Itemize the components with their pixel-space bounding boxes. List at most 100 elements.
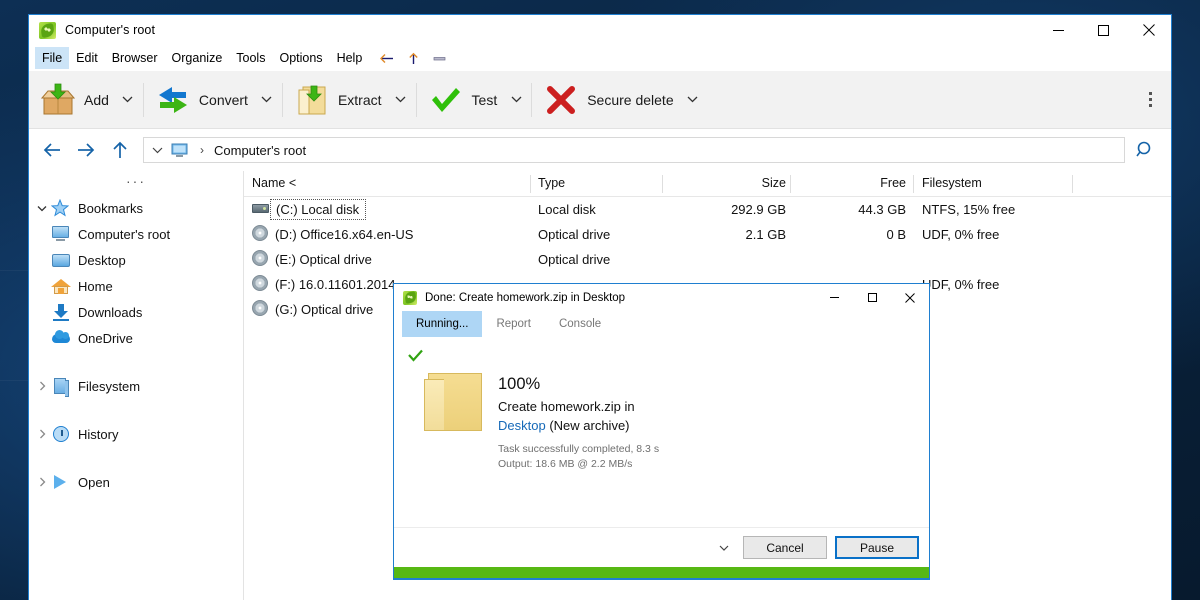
extract-dropdown-chevron-down-icon[interactable]	[386, 71, 416, 128]
menu-help[interactable]: Help	[330, 47, 370, 69]
column-header-free[interactable]: Free	[844, 176, 906, 190]
tab-running[interactable]: Running...	[402, 311, 483, 337]
peazip-icon	[403, 290, 417, 305]
sidebar-group-open[interactable]: Open	[29, 469, 243, 495]
secure-delete-button[interactable]: Secure delete	[532, 71, 677, 128]
menu-organize[interactable]: Organize	[165, 47, 230, 69]
menu-tools[interactable]: Tools	[229, 47, 272, 69]
back-arrow-icon[interactable]	[35, 133, 69, 167]
file-filesystem-cell: UDF, 0% free	[922, 277, 1000, 292]
sidebar-group-filesystem[interactable]: Filesystem	[29, 373, 243, 399]
task-destination-line: Desktop (New archive)	[498, 418, 630, 433]
secure-delete-dropdown-chevron-down-icon[interactable]	[678, 71, 708, 128]
dialog-maximize-icon[interactable]	[853, 284, 891, 311]
menu-browser[interactable]: Browser	[105, 47, 165, 69]
chevron-right-icon[interactable]	[33, 429, 51, 439]
test-dropdown-chevron-down-icon[interactable]	[501, 71, 531, 128]
star-icon	[51, 199, 71, 217]
more-options-icon[interactable]	[1137, 83, 1163, 117]
hard-disk-icon	[252, 204, 269, 213]
cancel-button[interactable]: Cancel	[743, 536, 827, 559]
convert-dropdown-chevron-down-icon[interactable]	[252, 71, 282, 128]
peazip-icon	[39, 21, 56, 39]
menu-options[interactable]: Options	[272, 47, 329, 69]
folder-icon	[424, 373, 482, 431]
address-history-chevron-down-icon[interactable]	[152, 147, 171, 154]
file-type-cell: Optical drive	[538, 227, 611, 242]
table-row[interactable]: (C:) Local disk Local disk 292.9 GB 44.3…	[244, 197, 1171, 222]
column-divider[interactable]	[790, 175, 791, 193]
desktop-icon	[51, 251, 71, 269]
file-type-cell: Optical drive	[538, 252, 611, 267]
sidebar-group-history[interactable]: History	[29, 421, 243, 447]
file-name-cell[interactable]: (C:) Local disk	[270, 199, 367, 220]
chevron-down-icon[interactable]	[33, 205, 51, 212]
file-name-cell[interactable]: (G:) Optical drive	[270, 299, 379, 320]
table-row[interactable]: (D:) Office16.x64.en-US Optical drive 2.…	[244, 222, 1171, 247]
sidebar-group-bookmarks[interactable]: Bookmarks	[29, 195, 243, 221]
sidebar-item-computers-root[interactable]: Computer's root	[29, 221, 243, 247]
desktop-streak	[0, 380, 30, 381]
column-divider[interactable]	[913, 175, 914, 193]
close-icon[interactable]	[1126, 15, 1171, 45]
column-header-type[interactable]: Type	[538, 176, 565, 190]
computer-icon[interactable]	[171, 143, 188, 158]
minus-icon[interactable]	[427, 52, 452, 65]
column-divider[interactable]	[530, 175, 531, 193]
test-button[interactable]: Test	[417, 71, 502, 128]
dialog-tabs: Running... Report Console	[394, 311, 929, 337]
green-checkmark-icon	[408, 349, 423, 362]
file-free-cell: 44.3 GB	[858, 202, 906, 217]
sidebar-item-onedrive[interactable]: OneDrive	[29, 325, 243, 351]
column-divider[interactable]	[662, 175, 663, 193]
column-header-size[interactable]: Size	[724, 176, 786, 190]
up-arrow-icon[interactable]	[402, 50, 425, 67]
progress-bar-fill	[394, 567, 929, 578]
file-name-cell[interactable]: (E:) Optical drive	[270, 249, 378, 270]
sidebar: ··· Bookmarks Computer's root Desktop Ho…	[29, 171, 244, 600]
downloads-icon	[51, 303, 71, 321]
file-name-cell[interactable]: (D:) Office16.x64.en-US	[270, 224, 419, 245]
add-button[interactable]: Add	[29, 71, 113, 128]
dialog-close-icon[interactable]	[891, 284, 929, 311]
forward-arrow-icon[interactable]	[69, 133, 103, 167]
sidebar-item-downloads[interactable]: Downloads	[29, 299, 243, 325]
sidebar-group-label: Open	[78, 474, 110, 490]
destination-suffix: (New archive)	[545, 418, 630, 433]
maximize-icon[interactable]	[1081, 15, 1126, 45]
back-arrow-icon[interactable]	[373, 51, 400, 66]
up-arrow-icon[interactable]	[103, 133, 137, 167]
footer-chevron-down-icon[interactable]	[713, 545, 735, 551]
menu-file[interactable]: File	[35, 47, 70, 69]
extract-button[interactable]: Extract	[283, 71, 386, 128]
search-icon[interactable]	[1125, 133, 1165, 167]
sidebar-group-label: Filesystem	[78, 378, 141, 394]
sidebar-item-home[interactable]: Home	[29, 273, 243, 299]
progress-dialog: Done: Create homework.zip in Desktop Run…	[393, 283, 930, 580]
chevron-right-icon[interactable]	[33, 381, 51, 391]
dialog-footer: Cancel Pause	[394, 527, 929, 567]
column-divider[interactable]	[1072, 175, 1073, 193]
sidebar-overflow-dots[interactable]: ···	[29, 173, 243, 195]
add-dropdown-chevron-down-icon[interactable]	[113, 71, 143, 128]
dialog-minimize-icon[interactable]	[815, 284, 853, 311]
add-button-label: Add	[84, 91, 109, 108]
chevron-right-icon[interactable]	[33, 477, 51, 487]
table-row[interactable]: (E:) Optical drive Optical drive	[244, 247, 1171, 272]
pause-button[interactable]: Pause	[835, 536, 919, 559]
column-header-filesystem[interactable]: Filesystem	[922, 176, 982, 190]
file-name-cell[interactable]: (F:) 16.0.11601.2014	[270, 274, 401, 295]
column-header-name[interactable]: Name <	[252, 176, 296, 190]
menu-edit[interactable]: Edit	[69, 47, 105, 69]
home-icon	[51, 277, 71, 295]
destination-link[interactable]: Desktop	[498, 418, 546, 433]
sidebar-item-desktop[interactable]: Desktop	[29, 247, 243, 273]
minimize-icon[interactable]	[1036, 15, 1081, 45]
tab-console[interactable]: Console	[545, 311, 615, 337]
sidebar-item-label: Computer's root	[78, 226, 171, 242]
address-input[interactable]: › Computer's root	[143, 137, 1125, 163]
tab-report[interactable]: Report	[482, 311, 545, 337]
convert-button[interactable]: Convert	[144, 71, 252, 128]
test-checkmark-icon	[429, 83, 463, 117]
